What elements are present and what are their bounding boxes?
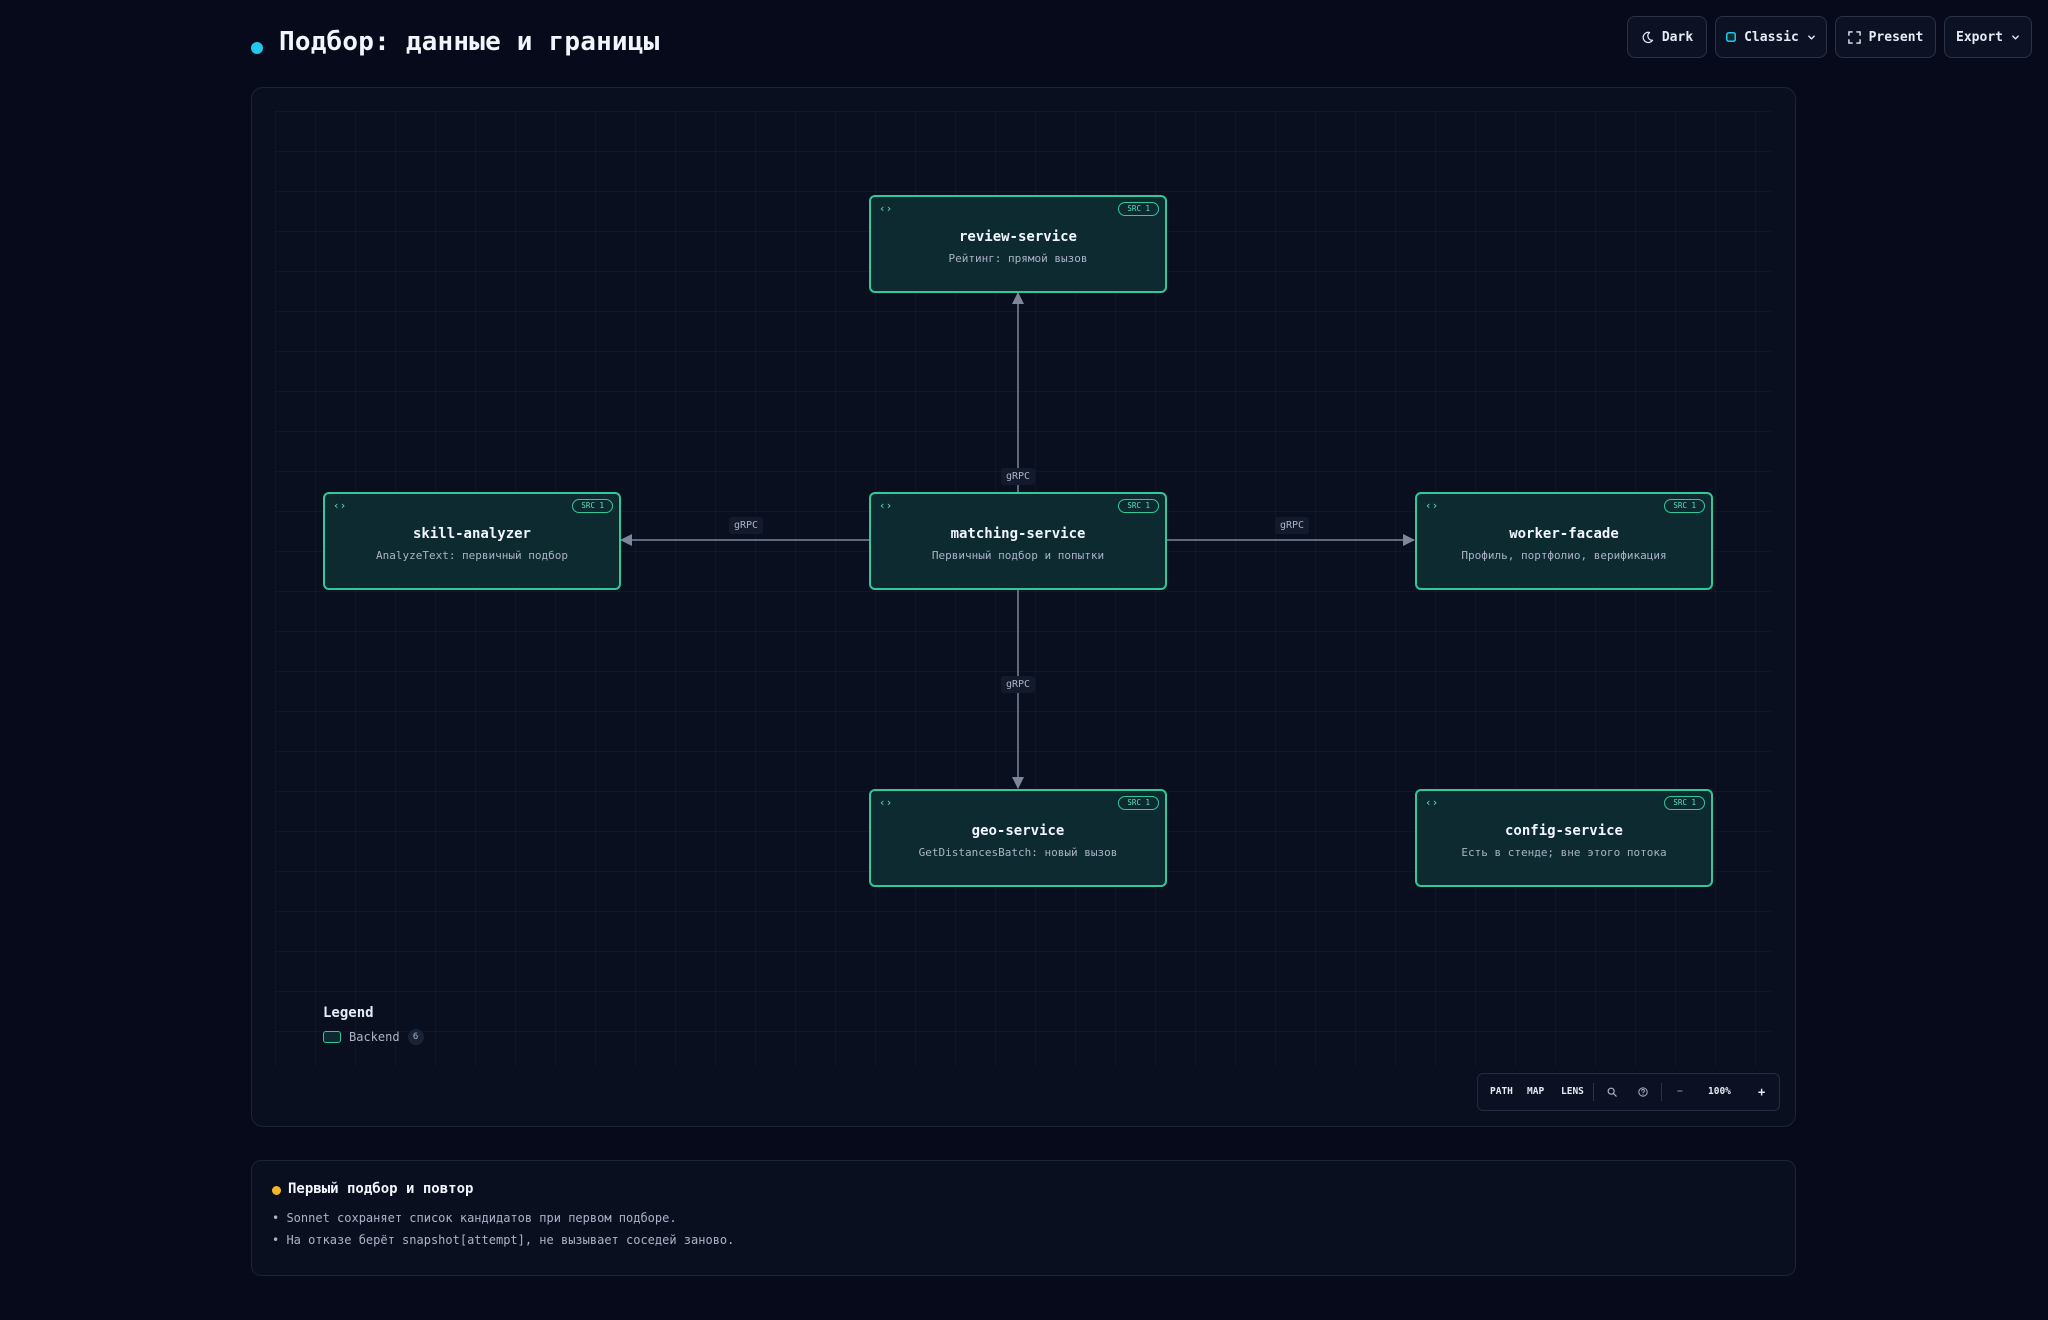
edge-label-geo: gRPC [1001, 676, 1036, 693]
path-mode-button[interactable]: PATH [1490, 1074, 1513, 1110]
controls-divider [1661, 1083, 1662, 1101]
map-mode-button[interactable]: MAP [1527, 1074, 1544, 1110]
zoom-out-button[interactable]: − [1677, 1074, 1683, 1110]
notes-status-dot [272, 1186, 281, 1195]
controls-divider [1593, 1083, 1594, 1101]
node-title: config-service [1504, 823, 1623, 839]
node-title: geo-service [971, 823, 1065, 839]
node-subtitle: Первичный подбор и попытки [931, 549, 1105, 562]
node-badge: SRC 1 [1118, 499, 1159, 513]
search-button[interactable] [1607, 1074, 1617, 1110]
node-badge: SRC 1 [1664, 499, 1705, 513]
legend-item-label: Backend [349, 1030, 400, 1044]
help-button[interactable] [1638, 1074, 1648, 1110]
node-subtitle: GetDistancesBatch: новый вызов [918, 846, 1118, 859]
node-geo-service[interactable]: ‹› SRC 1 geo-service GetDistancesBatch: … [869, 789, 1167, 887]
node-matching-service[interactable]: ‹› SRC 1 matching-service Первичный подб… [869, 492, 1167, 590]
code-icon: ‹› [879, 499, 893, 512]
legend-swatch [323, 1031, 341, 1043]
zoom-in-button[interactable]: + [1758, 1074, 1765, 1110]
node-skill-analyzer[interactable]: ‹› SRC 1 skill-analyzer AnalyzeText: пер… [323, 492, 621, 590]
node-title: skill-analyzer [412, 526, 531, 542]
node-config-service[interactable]: ‹› SRC 1 config-service Есть в стенде; в… [1415, 789, 1713, 887]
edge-label-skill: gRPC [729, 517, 764, 534]
code-icon: ‹› [1425, 796, 1439, 809]
node-badge: SRC 1 [1664, 796, 1705, 810]
node-subtitle: Профиль, портфолио, верификация [1461, 549, 1667, 562]
node-worker-facade[interactable]: ‹› SRC 1 worker-facade Профиль, портфоли… [1415, 492, 1713, 590]
notes-title: Первый подбор и повтор [288, 1181, 474, 1197]
node-badge: SRC 1 [1118, 202, 1159, 216]
node-badge: SRC 1 [1118, 796, 1159, 810]
note-line: • На отказе берёт snapshot[attempt], не … [272, 1233, 735, 1247]
zoom-level: 100% [1708, 1086, 1731, 1097]
code-icon: ‹› [879, 202, 893, 215]
code-icon: ‹› [1425, 499, 1439, 512]
node-subtitle: Есть в стенде; вне этого потока [1461, 846, 1667, 859]
node-title: matching-service [950, 526, 1086, 542]
edge-label-worker: gRPC [1275, 517, 1310, 534]
node-badge: SRC 1 [572, 499, 613, 513]
node-subtitle: Рейтинг: прямой вызов [948, 252, 1088, 265]
lens-mode-button[interactable]: LENS [1561, 1074, 1584, 1110]
code-icon: ‹› [333, 499, 347, 512]
search-icon [1607, 1087, 1617, 1097]
edge-label-review: gRPC [1001, 468, 1036, 485]
code-icon: ‹› [879, 796, 893, 809]
legend-item-backend[interactable]: Backend 6 [323, 1029, 424, 1045]
node-title: review-service [958, 229, 1077, 245]
node-title: worker-facade [1509, 526, 1619, 542]
canvas-controls: PATH MAP LENS − 100% + [1477, 1073, 1780, 1111]
node-review-service[interactable]: ‹› SRC 1 review-service Рейтинг: прямой … [869, 195, 1167, 293]
node-subtitle: AnalyzeText: первичный подбор [375, 549, 569, 562]
help-icon [1638, 1087, 1648, 1097]
legend-item-count: 6 [407, 1029, 424, 1045]
legend-title: Legend [323, 1005, 374, 1021]
note-line: • Sonnet сохраняет список кандидатов при… [272, 1211, 677, 1225]
